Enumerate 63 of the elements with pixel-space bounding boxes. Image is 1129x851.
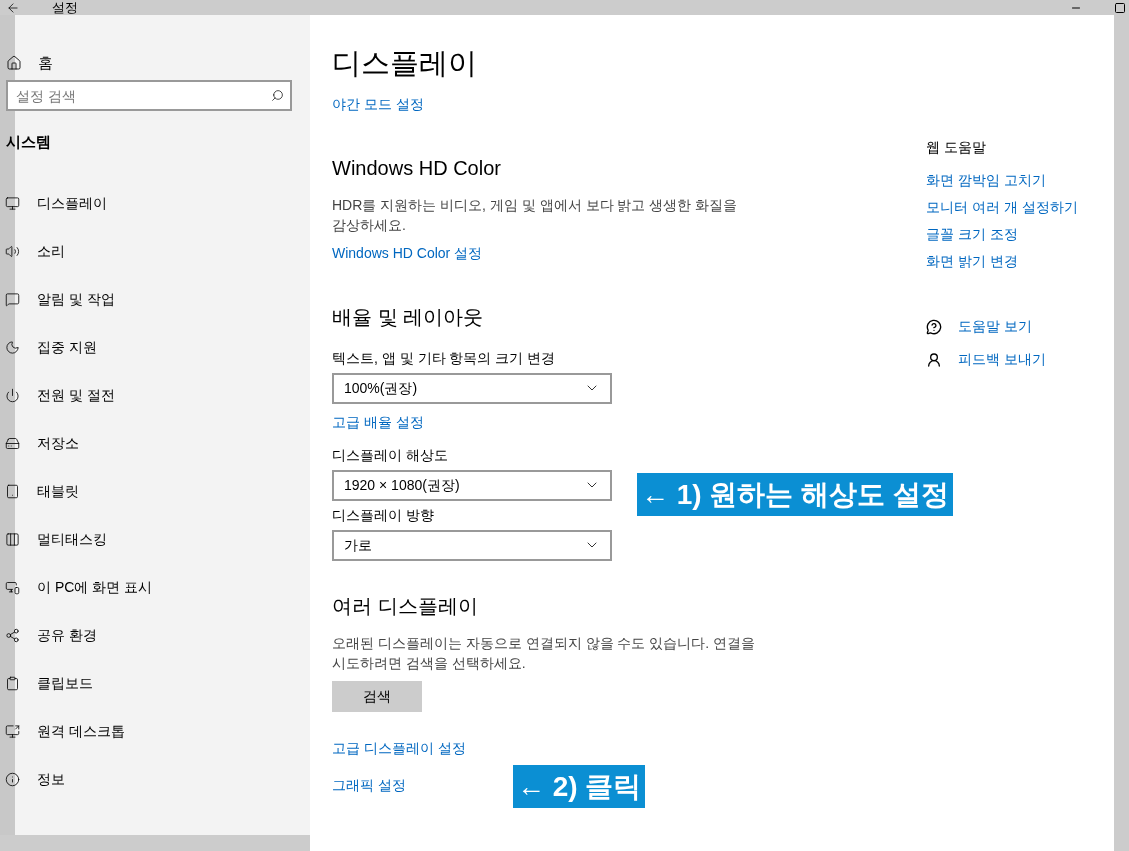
description-text: 오래된 디스플레이는 자동으로 연결되지 않을 수도 있습니다. 연결을 시도하려면 검색을 선택하세요. [332, 633, 757, 673]
page-title: 디스플레이 [332, 46, 478, 81]
help-link[interactable]: 모니터 여러 개 설정하기 [926, 197, 1078, 224]
link[interactable]: 고급 디스플레이 설정 [332, 737, 466, 759]
speaker-icon [5, 244, 20, 259]
sidebar-item[interactable]: 이 PC에 화면 표시 [0, 563, 310, 612]
home-icon[interactable] [6, 55, 22, 71]
sidebar-item[interactable]: 알림 및 작업 [0, 275, 310, 324]
sidebar-item[interactable]: 클립보드 [0, 659, 310, 708]
search-field[interactable]: 설정 검색 [6, 80, 292, 111]
link[interactable]: 고급 배율 설정 [332, 411, 424, 433]
link[interactable]: 야간 모드 설정 [332, 93, 424, 115]
sidebar-item[interactable]: 집중 지원 [0, 323, 310, 372]
help-link[interactable]: 화면 밝기 변경 [926, 251, 1078, 278]
sidebar-item[interactable]: 전원 및 절전 [0, 371, 310, 420]
section-title: 시스템 [6, 132, 52, 152]
sidebar-item[interactable]: 저장소 [0, 419, 310, 468]
annotation-label: ← 1) 원하는 해상도 설정 [637, 473, 953, 516]
monitor-icon [5, 196, 20, 211]
speech-bubble-icon [5, 292, 20, 307]
sidebar-item[interactable]: 멀티태스킹 [0, 515, 310, 564]
annotation-label: ← 2) 클릭 [513, 765, 646, 808]
maximize-icon[interactable] [1114, 1, 1126, 14]
help-link[interactable]: 글꼴 크기 조정 [926, 224, 1078, 251]
link[interactable]: 그래픽 설정 [332, 774, 406, 796]
link[interactable]: Windows HD Color 설정 [332, 242, 483, 264]
sidebar-item[interactable]: 디스플레이 [0, 179, 310, 228]
devices-icon [5, 580, 20, 595]
info-icon [5, 772, 20, 787]
columns-icon [5, 532, 20, 547]
window-title: 설정 [52, 1, 78, 14]
home-link[interactable]: 홈 [38, 51, 53, 75]
moon-icon [5, 340, 20, 355]
sidebar-item[interactable]: 태블릿 [0, 467, 310, 516]
dropdown[interactable]: 가로 [332, 529, 612, 561]
tablet-icon [5, 484, 20, 499]
dropdown[interactable]: 100%(권장) [332, 372, 612, 404]
sidebar-item[interactable]: 정보 [0, 755, 310, 804]
help-link[interactable]: 화면 깜박임 고치기 [926, 170, 1078, 197]
back-icon[interactable] [6, 0, 20, 15]
sidebar-item[interactable]: 원격 데스크톱 [0, 707, 310, 756]
search-button[interactable]: 검색 [332, 680, 422, 712]
person-icon[interactable] [926, 351, 942, 368]
section-heading: 여러 디스플레이 [332, 593, 479, 619]
help-bubble-icon[interactable] [926, 318, 942, 335]
field-label: 디스플레이 방향 [332, 505, 435, 525]
sidebar-item[interactable]: 소리 [0, 227, 310, 276]
help-heading: 웹 도움말 [926, 138, 987, 157]
power-icon [5, 388, 20, 403]
share-icon [5, 628, 20, 643]
clipboard-icon [5, 676, 20, 691]
search-icon [271, 89, 284, 102]
help-action-link[interactable]: 도움말 보기 [958, 316, 1032, 337]
field-label: 텍스트, 앱 및 기타 항목의 크기 변경 [332, 348, 557, 368]
screen-share-icon [5, 724, 20, 739]
sidebar-item[interactable]: 공유 환경 [0, 611, 310, 660]
dropdown[interactable]: 1920 × 1080(권장) [332, 469, 612, 501]
field-label: 디스플레이 해상도 [332, 445, 449, 465]
description-text: HDR를 지원하는 비디오, 게임 및 앱에서 보다 밝고 생생한 화질을 감상하세요. [332, 195, 739, 235]
help-action-link[interactable]: 피드백 보내기 [958, 349, 1046, 370]
drive-icon [5, 436, 20, 451]
section-heading: Windows HD Color [332, 155, 502, 181]
section-heading: 배율 및 레이아웃 [332, 304, 485, 330]
